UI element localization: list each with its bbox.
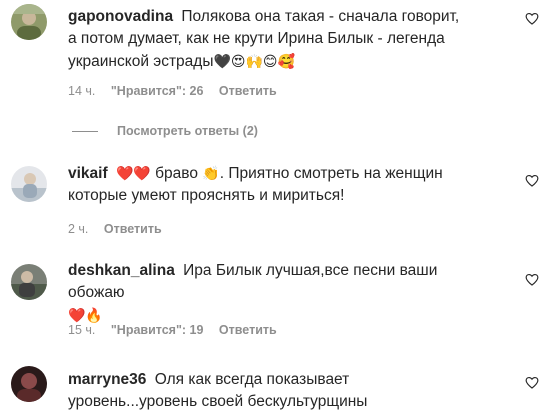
emoji-set: ❤️🔥 [68, 307, 103, 323]
avatar[interactable] [11, 264, 47, 300]
comment-meta: 2 ч. Ответить [68, 222, 174, 236]
comment-meta: 15 ч. "Нравится": 19 Ответить [68, 323, 289, 337]
comment-text: marryne36 Оля как всегда показывает уров… [68, 369, 463, 413]
comment-text: gaponovadina Полякова она такая - сначал… [68, 6, 463, 73]
reply-button[interactable]: Ответить [219, 84, 277, 98]
heart-emojis: ❤️❤️ [115, 165, 151, 181]
reply-button[interactable]: Ответить [219, 323, 277, 337]
like-count[interactable]: "Нравится": 19 [111, 323, 204, 337]
emoji-set: 🖤😍🙌😊🥰 [213, 53, 295, 69]
avatar[interactable] [11, 166, 47, 202]
clap-emoji: 👏 [202, 165, 220, 181]
comment-meta: 14 ч. "Нравится": 26 Ответить [68, 84, 289, 98]
username[interactable]: vikaif [68, 165, 108, 182]
timestamp[interactable]: 14 ч. [68, 84, 95, 98]
username[interactable]: gaponovadina [68, 8, 173, 25]
heart-outline-icon[interactable] [525, 174, 539, 187]
timestamp[interactable]: 2 ч. [68, 222, 88, 236]
divider-line [72, 131, 98, 133]
view-replies-button[interactable]: Посмотреть ответы (2) [72, 124, 258, 138]
like-count[interactable]: "Нравится": 26 [111, 84, 204, 98]
username[interactable]: marryne36 [68, 371, 146, 388]
comment-text: deshkan_alina Ира Билык лучшая,все песни… [68, 260, 463, 327]
timestamp[interactable]: 15 ч. [68, 323, 95, 337]
view-replies-label: Посмотреть ответы (2) [117, 124, 258, 138]
comment-body: браво [155, 165, 198, 182]
heart-outline-icon[interactable] [525, 376, 539, 389]
heart-outline-icon[interactable] [525, 273, 539, 286]
username[interactable]: deshkan_alina [68, 262, 175, 279]
heart-outline-icon[interactable] [525, 12, 539, 25]
avatar[interactable] [11, 366, 47, 402]
avatar[interactable] [11, 4, 47, 40]
comment-text: vikaif ❤️❤️ браво 👏. Приятно смотреть на… [68, 162, 463, 207]
reply-button[interactable]: Ответить [104, 222, 162, 236]
